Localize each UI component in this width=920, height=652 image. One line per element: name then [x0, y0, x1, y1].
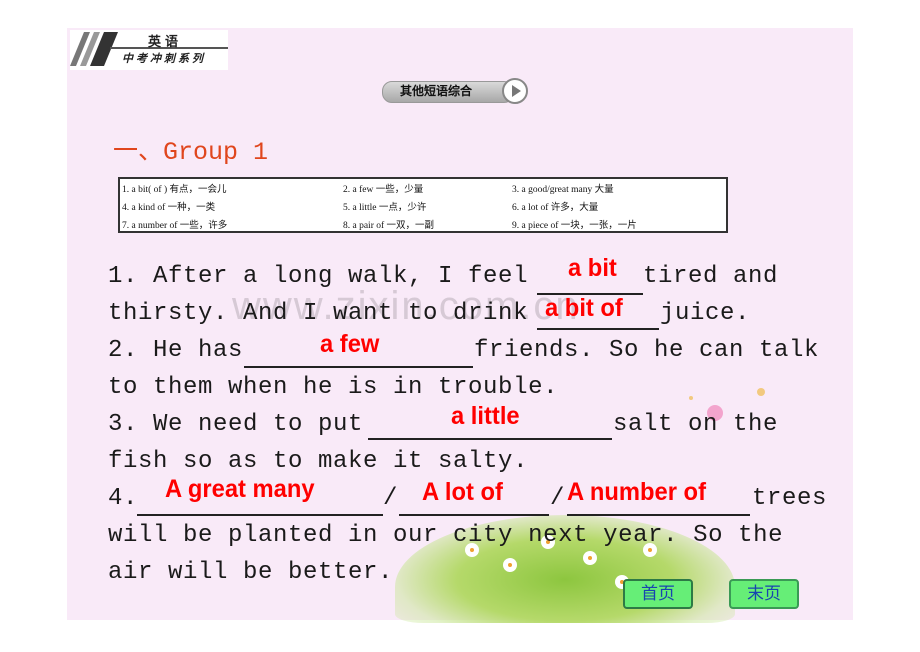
question-1-line-1b: tired and: [643, 263, 779, 290]
series-label: 中考冲刺系列: [122, 52, 206, 65]
separator-slash: /: [550, 485, 566, 512]
section-button[interactable]: 其他短语综合: [382, 78, 530, 104]
question-1-line-1a: 1. After a long walk, I feel: [108, 263, 529, 290]
subject-label: 英语: [148, 35, 183, 50]
phrase-cell: 4. a kind of 一种，一类: [122, 203, 216, 213]
first-page-button[interactable]: 首页: [623, 579, 693, 609]
group-title: 一、Group 1: [113, 138, 269, 167]
phrase-cell: 2. a few 一些，少量: [343, 185, 424, 195]
question-3-line-1b: salt on the: [613, 411, 779, 438]
separator-slash: /: [383, 485, 399, 512]
phrase-cell: 8. a pair of 一双，一副: [343, 221, 435, 231]
phrase-cell: 3. a good/great many 大量: [512, 185, 614, 195]
play-button[interactable]: [502, 78, 528, 104]
blank-q3[interactable]: [368, 438, 612, 440]
phrase-cell: 7. a number of 一些，许多: [122, 221, 228, 231]
answer-q4b: A lot of: [422, 478, 503, 506]
petal-decoration: [689, 396, 693, 400]
blank-q4c[interactable]: [567, 514, 750, 516]
question-4-line-1a: 4.: [108, 485, 139, 512]
blank-q4a[interactable]: [137, 514, 383, 516]
question-3-line-1a: 3. We need to put: [108, 411, 364, 438]
question-2-line-1b: friends. So he can talk: [474, 337, 820, 364]
answer-q1a: a bit: [568, 254, 617, 282]
question-1-line-2a: thirsty. And I want to drink: [108, 300, 529, 327]
stripes-icon: [70, 32, 118, 66]
section-label: 其他短语综合: [400, 84, 473, 98]
question-4-line-2: will be planted in our city next year. S…: [108, 522, 784, 549]
question-4-line-3: air will be better.: [108, 559, 394, 586]
phrase-cell: 6. a lot of 许多，大量: [512, 203, 599, 213]
phrase-cell: 5. a little 一点，少许: [343, 203, 427, 213]
blank-q2[interactable]: [244, 366, 473, 368]
answer-q4c: A number of: [567, 478, 706, 506]
question-4-line-1b: trees: [752, 485, 828, 512]
phrase-cell: 1. a bit( of ) 有点，一会儿: [122, 185, 227, 195]
question-2-line-1a: 2. He has: [108, 337, 244, 364]
question-3-line-2: fish so as to make it salty.: [108, 448, 529, 475]
flower-icon: [505, 560, 515, 570]
phrase-cell: 9. a piece of 一块，一张，一片: [512, 221, 637, 231]
petal-decoration: [757, 388, 765, 396]
answer-q2: a few: [320, 330, 380, 358]
last-page-button[interactable]: 末页: [729, 579, 799, 609]
answer-q4a: A great many: [165, 475, 315, 503]
question-2-line-2: to them when he is in trouble.: [108, 374, 559, 401]
series-logo: 英语 中考冲刺系列: [70, 30, 228, 70]
question-1-line-2b: juice.: [660, 300, 751, 327]
flower-icon: [585, 553, 595, 563]
play-arrow-icon: [512, 85, 521, 97]
answer-q3: a little: [451, 402, 520, 430]
phrase-table: 1. a bit( of ) 有点，一会儿 2. a few 一些，少量 3. …: [118, 177, 728, 233]
answer-q1b: a bit of: [545, 294, 623, 322]
blank-q4b[interactable]: [399, 514, 549, 516]
blank-q1b[interactable]: [537, 328, 659, 330]
